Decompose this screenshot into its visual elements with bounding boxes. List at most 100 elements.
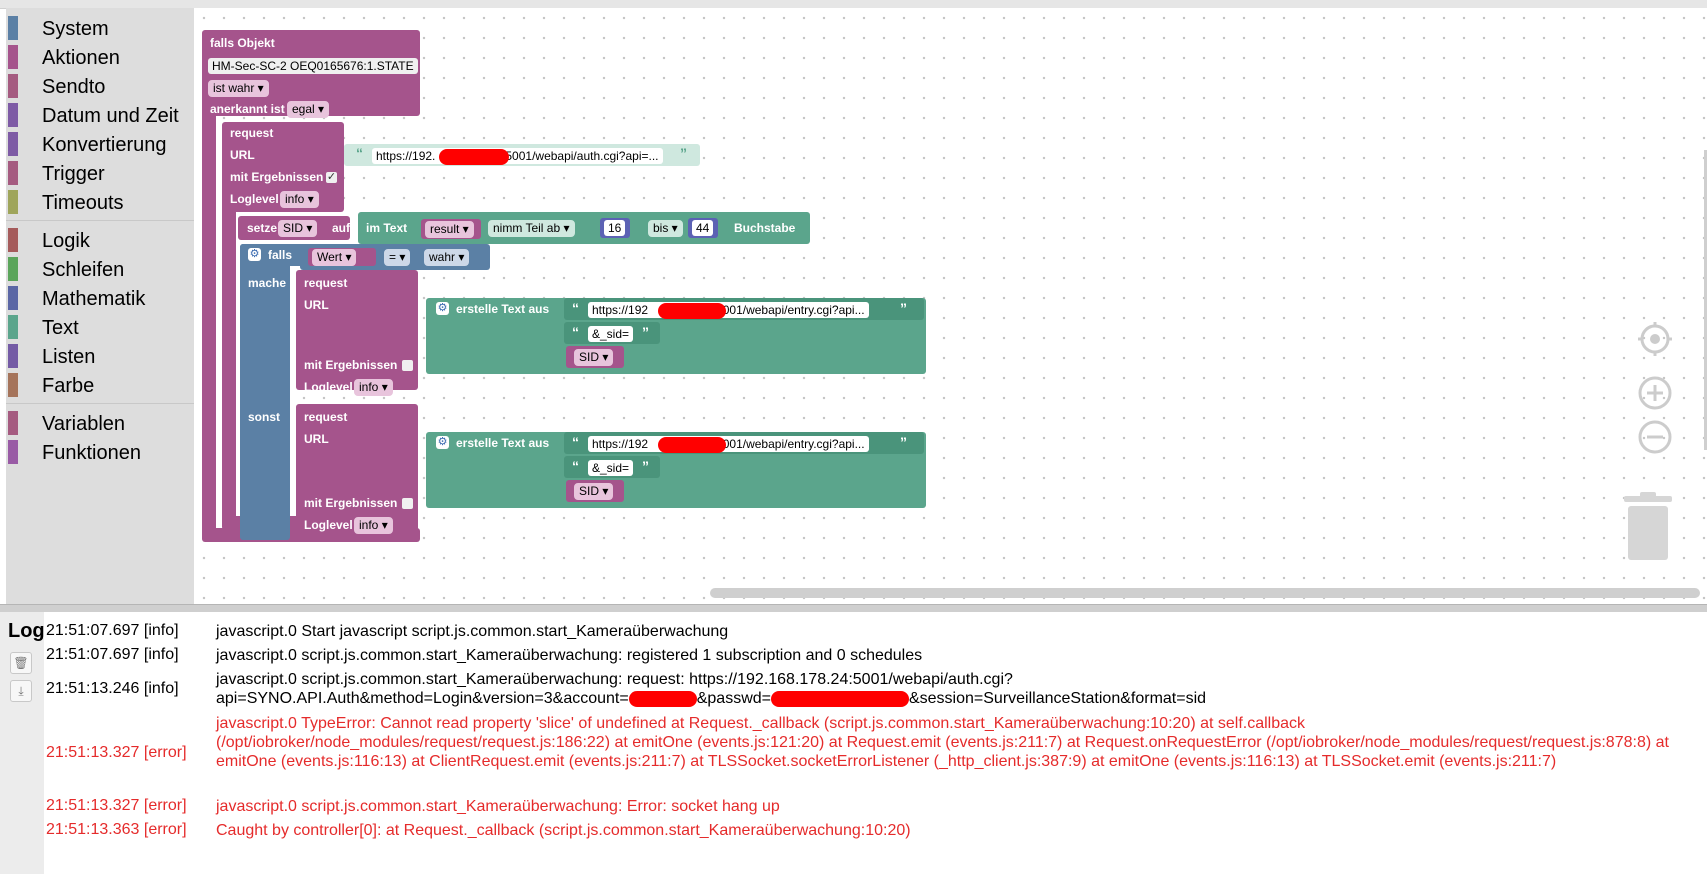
close-quote-icon: ” — [900, 434, 907, 450]
true-dropdown[interactable]: wahr ▾ — [424, 249, 470, 266]
category-label: Variablen — [42, 413, 126, 435]
clear-log-button[interactable]: 🗑 — [10, 652, 32, 674]
open-quote-icon: “ — [356, 145, 363, 161]
download-log-button[interactable]: ⤓ — [10, 680, 32, 702]
category-color-bar — [8, 190, 18, 214]
request-label: request — [230, 126, 274, 140]
blockly-workspace[interactable]: falls Objekt HM-Sec-SC-2 OEQ0165676:1.ST… — [194, 8, 1707, 604]
gear-icon[interactable]: ⚙ — [436, 436, 449, 449]
take-part-dropdown[interactable]: nimm Teil ab ▾ — [488, 220, 575, 237]
workspace-horizontal-scrollbar[interactable] — [710, 588, 1700, 598]
redaction-mark — [439, 149, 509, 165]
loglevel-dropdown[interactable]: info ▾ — [354, 379, 393, 396]
toolbox-category-funktionen[interactable]: Funktionen — [6, 436, 194, 466]
with-results-label: mit Ergebnissen — [230, 170, 324, 184]
loglevel-dropdown[interactable]: info ▾ — [280, 191, 319, 208]
request-block-body[interactable] — [222, 198, 236, 524]
value-variable-value: Wert — [317, 250, 343, 264]
trigger-block-body[interactable] — [202, 108, 216, 536]
log-time: 21:51:13.363 [error] — [46, 821, 187, 838]
sid-variable-value: SID — [579, 484, 600, 498]
log-time: 21:51:13.327 [error] — [46, 797, 187, 814]
with-results-checkbox[interactable]: ✓ — [326, 172, 337, 183]
category-color-bar — [8, 45, 18, 69]
category-color-bar — [8, 16, 18, 40]
log-message-part: &session=SurveillanceStation&format=sid — [908, 690, 1207, 707]
category-color-bar — [8, 440, 18, 464]
zoom-in-icon[interactable] — [1638, 376, 1672, 410]
toolbox-category-variablen[interactable]: Variablen — [6, 407, 194, 437]
ack-dropdown[interactable]: egal ▾ — [287, 101, 330, 118]
sid-variable-dropdown[interactable]: SID ▾ — [574, 483, 614, 500]
url-field[interactable]: https://192. 5001/webapi/auth.cgi?api=... — [372, 148, 663, 164]
if-label: falls — [268, 248, 293, 262]
from-number[interactable]: 16 — [604, 220, 626, 236]
log-time: 21:51:13.246 [info] — [46, 680, 179, 697]
toolbox-category-system[interactable]: System — [6, 12, 194, 42]
log-message-part: &passwd= — [696, 690, 771, 707]
condition-dropdown[interactable]: ist wahr ▾ — [208, 80, 269, 97]
toolbox-category-konvertierung[interactable]: Konvertierung — [6, 128, 194, 158]
category-label: Aktionen — [42, 47, 120, 69]
close-quote-icon: ” — [900, 300, 907, 316]
toolbox-category-sendto[interactable]: Sendto — [6, 70, 194, 100]
chars-label: Buchstabe — [734, 221, 796, 235]
loglevel-dropdown[interactable]: info ▾ — [354, 517, 393, 534]
url-field[interactable]: https://192 5001/webapi/entry.cgi?api... — [588, 436, 869, 452]
sid-variable-dropdown[interactable]: SID ▾ — [574, 349, 614, 366]
category-label: System — [42, 18, 109, 40]
url-label: URL — [304, 432, 329, 446]
with-results-label: mit Ergebnissen — [304, 496, 398, 510]
gear-icon[interactable]: ⚙ — [436, 302, 449, 315]
toolbox-category-aktionen[interactable]: Aktionen — [6, 41, 194, 71]
operator-dropdown[interactable]: = ▾ — [384, 249, 411, 266]
toolbox-category-trigger[interactable]: Trigger — [6, 157, 194, 187]
set-label: setze — [247, 221, 278, 235]
with-results-checkbox[interactable] — [402, 498, 413, 509]
url-suffix: 5001/webapi/auth.cgi?api=... — [505, 149, 659, 163]
ack-value: egal — [292, 102, 315, 116]
category-label: Farbe — [42, 375, 95, 397]
category-color-bar — [8, 315, 18, 339]
result-variable-dropdown[interactable]: result ▾ — [425, 221, 474, 238]
toolbox-category-farbe[interactable]: Farbe — [6, 369, 194, 399]
recenter-icon[interactable] — [1638, 322, 1672, 356]
category-label: Sendto — [42, 76, 106, 98]
toolbox-category-listen[interactable]: Listen — [6, 340, 194, 370]
category-label: Trigger — [42, 163, 105, 185]
gear-icon[interactable]: ⚙ — [248, 248, 261, 261]
zoom-out-icon[interactable] — [1638, 420, 1672, 454]
sid-param-field[interactable]: &_sid= — [588, 460, 634, 476]
category-color-bar — [8, 161, 18, 185]
open-quote-icon: “ — [572, 300, 579, 316]
category-color-bar — [8, 228, 18, 252]
to-number[interactable]: 44 — [692, 220, 714, 236]
with-results-label: mit Ergebnissen — [304, 358, 398, 372]
url-prefix: https://192 — [592, 437, 649, 451]
object-id-field[interactable]: HM-Sec-SC-2 OEQ0165676:1.STATE — [208, 58, 418, 74]
toolbox-category-timeouts[interactable]: Timeouts — [6, 186, 194, 216]
category-label: Funktionen — [42, 442, 141, 464]
open-quote-icon: “ — [572, 458, 579, 474]
url-field[interactable]: https://192 5001/webapi/entry.cgi?api... — [588, 302, 869, 318]
toolbox-category-logik[interactable]: Logik — [6, 224, 194, 254]
log-message-line: javascript.0 script.js.common.start_Kame… — [216, 671, 1013, 688]
trash-icon[interactable] — [1622, 492, 1674, 562]
loglevel-label: Loglevel — [304, 380, 353, 394]
toolbox-category-text[interactable]: Text — [6, 311, 194, 341]
set-variable-dropdown[interactable]: SID ▾ — [278, 220, 318, 237]
category-color-bar — [8, 257, 18, 281]
category-label: Datum und Zeit — [42, 105, 179, 127]
open-quote-icon: “ — [572, 434, 579, 450]
sid-param-field[interactable]: &_sid= — [588, 326, 634, 342]
toolbox-category-datum-und-zeit[interactable]: Datum und Zeit — [6, 99, 194, 129]
redaction-mark — [628, 690, 697, 707]
value-variable-dropdown[interactable]: Wert ▾ — [312, 249, 357, 266]
toolbox-category-schleifen[interactable]: Schleifen — [6, 253, 194, 283]
ack-label: anerkannt ist — [210, 102, 285, 116]
category-color-bar — [8, 344, 18, 368]
to-dropdown[interactable]: bis ▾ — [648, 220, 683, 237]
toolbox-category-mathematik[interactable]: Mathematik — [6, 282, 194, 312]
with-results-checkbox[interactable] — [402, 360, 413, 371]
request-label: request — [304, 276, 348, 290]
